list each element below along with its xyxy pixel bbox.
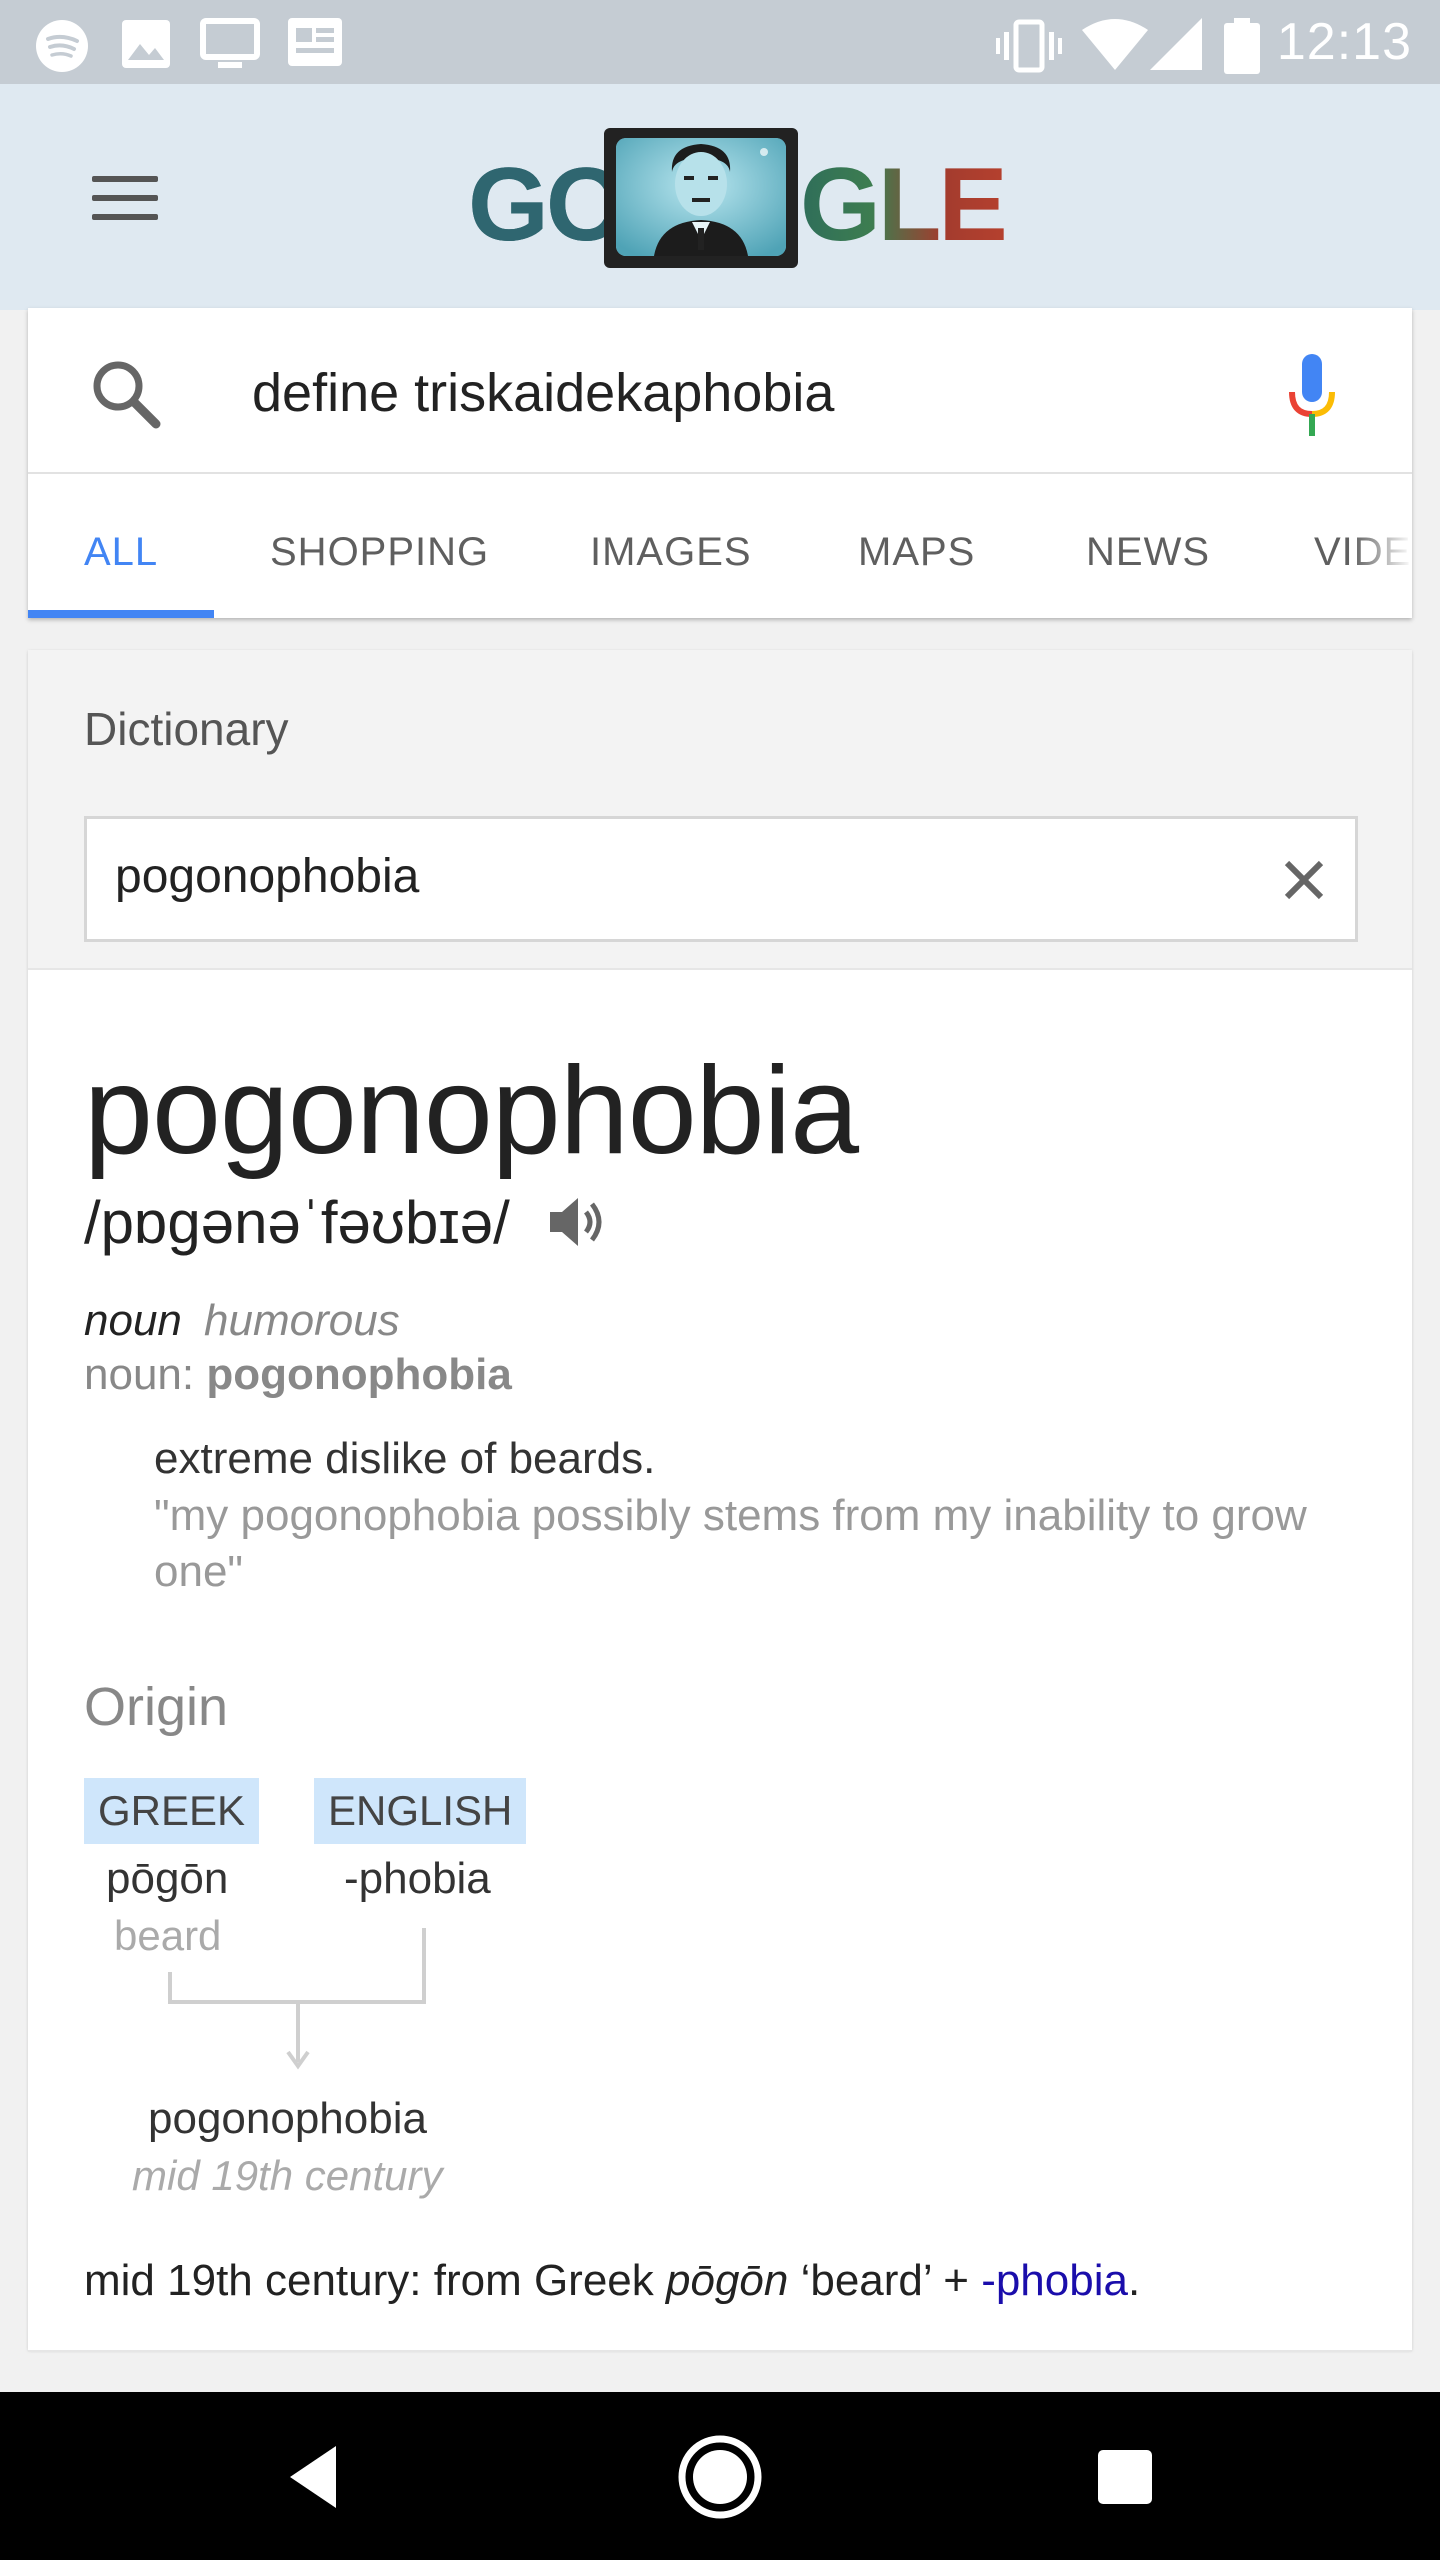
card-divider (28, 2350, 1412, 2352)
news-icon (288, 18, 342, 66)
dictionary-label: Dictionary (84, 703, 289, 755)
phobia-link[interactable]: -phobia (981, 2256, 1128, 2305)
vibrate-icon (996, 19, 1062, 73)
image-icon (122, 20, 170, 68)
etymology-diagram-lines (168, 1928, 426, 2070)
origin-language-tag: GREEK (84, 1778, 260, 1844)
noun-word: pogonophobia (206, 1350, 512, 1399)
microphone-icon[interactable] (1286, 354, 1338, 438)
origin-source-word: pōgōn (106, 1854, 229, 1903)
origin-language-tag: ENGLISH (314, 1778, 527, 1844)
recent-apps-icon[interactable] (1080, 2432, 1170, 2522)
origin-summary-mid: ‘beard’ + (788, 2256, 982, 2305)
dictionary-search-field[interactable]: pogonophobia (84, 816, 1358, 942)
dictionary-card: Dictionary pogonophobia pogonophobia /pɒ… (28, 650, 1412, 2350)
home-icon[interactable] (675, 2432, 765, 2522)
search-tabs: ALL SHOPPING IMAGES MAPS NEWS VIDE (28, 476, 1412, 618)
wifi-icon (1082, 19, 1148, 70)
status-bar: 12:13 (0, 0, 1440, 84)
tab-images[interactable]: IMAGES (590, 530, 752, 575)
close-icon[interactable] (1279, 855, 1329, 905)
spotify-icon (36, 20, 88, 72)
origin-source-word: -phobia (344, 1854, 491, 1903)
usage-example: "my pogonophobia possibly stems from my … (154, 1491, 1307, 1596)
logo-text-right: GLE (800, 147, 1008, 263)
tab-all[interactable]: ALL (84, 530, 158, 575)
logo-text-left: GO (468, 147, 627, 263)
navigation-bar (0, 2392, 1440, 2560)
tab-maps[interactable]: MAPS (858, 530, 975, 575)
origin-summary-italic: pōgōn (666, 2256, 789, 2305)
signal-icon (1150, 18, 1202, 70)
origin-summary-end: . (1127, 2256, 1141, 2305)
search-icon[interactable] (88, 356, 164, 432)
origin-title: Origin (84, 1677, 229, 1737)
headword: pogonophobia (84, 1042, 859, 1180)
noun-line: noun: pogonophobia (84, 1350, 512, 1400)
dictionary-input-value[interactable]: pogonophobia (115, 849, 419, 904)
app-header: GO GLE (0, 84, 1440, 310)
search-card: define triskaidekaphobia ALL SHOPPING IM… (28, 308, 1412, 618)
origin-result-date: mid 19th century (132, 2152, 443, 2199)
definition: extreme dislike of beards. (154, 1434, 656, 1483)
speaker-icon[interactable] (548, 1194, 606, 1250)
doodle-portrait-icon (604, 128, 798, 268)
back-icon[interactable] (270, 2432, 360, 2522)
search-input[interactable]: define triskaidekaphobia (252, 362, 834, 424)
origin-summary-prefix: mid 19th century: from Greek (84, 2256, 666, 2305)
google-doodle-logo[interactable]: GO GLE (468, 128, 1008, 268)
tab-news[interactable]: NEWS (1086, 530, 1210, 575)
search-bar[interactable]: define triskaidekaphobia (28, 308, 1412, 474)
battery-icon (1224, 18, 1260, 74)
part-of-speech: noun (84, 1296, 182, 1345)
clock: 12:13 (1276, 13, 1412, 71)
tabs-fade (1352, 476, 1412, 618)
usage-register: humorous (204, 1296, 400, 1345)
origin-result-word: pogonophobia (148, 2094, 427, 2143)
cast-icon (200, 18, 260, 68)
active-tab-indicator (28, 610, 214, 618)
menu-icon[interactable] (92, 176, 158, 220)
noun-prefix: noun: (84, 1350, 195, 1399)
origin-summary: mid 19th century: from Greek pōgōn ‘bear… (84, 2256, 1140, 2306)
pronunciation: /pɒɡənəˈfəʊbɪə/ (84, 1189, 510, 1256)
tab-shopping[interactable]: SHOPPING (270, 530, 489, 575)
dictionary-search-area: Dictionary pogonophobia (28, 650, 1412, 970)
